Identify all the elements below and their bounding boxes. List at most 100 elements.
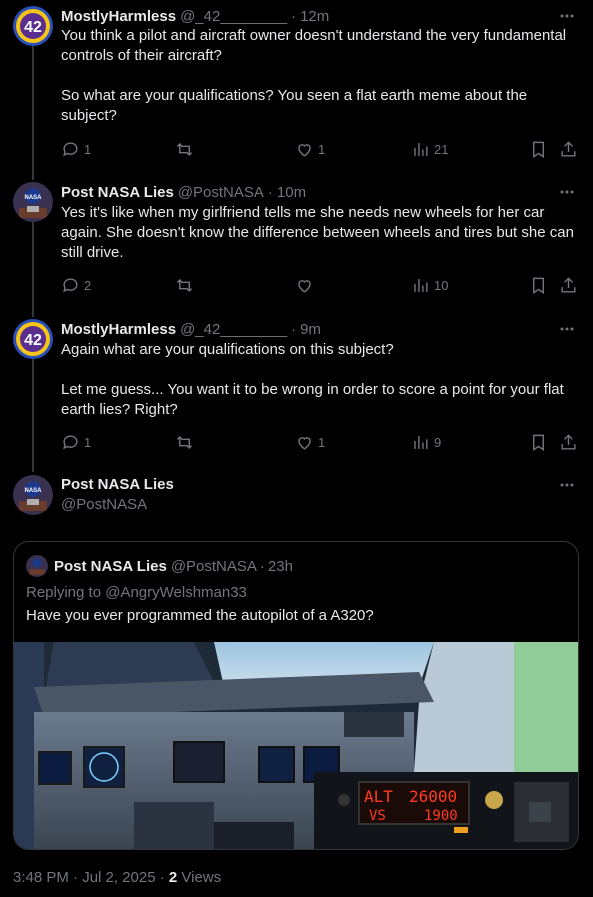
retweet-icon — [176, 435, 193, 449]
tweet-actions: 2 10 — [61, 275, 581, 295]
tweet-text: Again what are your qualifications on th… — [61, 341, 564, 418]
tweet-text: Yes it's like when my girlfriend tells m… — [61, 204, 574, 261]
tweet[interactable]: 42 MostlyHarmless @_42________ · 9m Agai… — [0, 319, 593, 464]
tweet[interactable]: NASA Post NASA Lies @PostNASA · 10m Yes … — [0, 182, 593, 312]
nasa-logo-avatar-icon — [26, 555, 48, 577]
views-button[interactable]: 10 — [411, 275, 448, 295]
views-count: 9 — [434, 434, 442, 450]
bookmark-icon — [533, 141, 544, 158]
share-icon — [561, 276, 576, 293]
quote-avatar — [26, 555, 48, 577]
share-button[interactable] — [559, 139, 578, 159]
42-logo-avatar-icon: 42 — [13, 6, 53, 46]
share-button[interactable] — [559, 275, 578, 295]
avatar[interactable]: NASA — [13, 182, 53, 222]
ap-vs-label: VS — [369, 808, 386, 824]
views-button[interactable]: 21 — [411, 139, 448, 159]
author-name[interactable]: Post NASA Lies — [61, 184, 174, 201]
nasa-logo-avatar-icon: NASA — [13, 475, 53, 515]
reply-button[interactable]: 1 — [61, 432, 91, 452]
tweet-actions: 1 1 21 — [61, 139, 581, 159]
svg-text:42: 42 — [24, 332, 42, 349]
bookmark-button[interactable] — [529, 432, 548, 452]
separator-dot: · — [291, 320, 297, 338]
quote-text: Have you ever programmed the autopilot o… — [26, 607, 374, 624]
more-options-icon[interactable] — [557, 6, 577, 26]
tweet-time[interactable]: 12m — [300, 8, 329, 25]
author-handle[interactable]: @_42________ — [180, 321, 287, 338]
like-count: 1 — [318, 141, 326, 157]
retweet-button[interactable] — [175, 275, 194, 295]
tweet-text: You think a pilot and aircraft owner doe… — [61, 27, 567, 124]
separator-dot: · — [291, 7, 297, 25]
more-options-icon[interactable] — [557, 182, 577, 202]
main-author-name[interactable]: Post NASA Lies — [61, 476, 174, 493]
like-button[interactable] — [295, 275, 318, 295]
reply-icon — [63, 141, 78, 156]
more-options-icon[interactable] — [557, 475, 577, 495]
main-author-handle[interactable]: @PostNASA — [61, 496, 147, 513]
cockpit-image: ALT 26000 VS 1900 — [14, 642, 578, 849]
svg-text:42: 42 — [24, 19, 42, 36]
tweet-time[interactable]: 10m — [277, 184, 306, 201]
author-handle[interactable]: @_42________ — [180, 8, 287, 25]
tweet-time[interactable]: 9m — [300, 321, 321, 338]
reply-count: 2 — [84, 277, 92, 293]
reply-icon — [63, 434, 78, 449]
like-button[interactable]: 1 — [295, 139, 325, 159]
reply-button[interactable]: 1 — [61, 139, 91, 159]
views-total: 2 — [168, 869, 178, 886]
views-icon — [414, 435, 428, 449]
reply-button[interactable]: 2 — [61, 275, 91, 295]
ap-alt-value: 26000 — [409, 787, 457, 806]
replying-prefix: Replying to — [26, 584, 102, 601]
retweet-icon — [176, 142, 193, 156]
heart-icon — [298, 143, 311, 157]
timestamp[interactable]: 3:48 PM · Jul 2, 2025 · — [13, 869, 169, 886]
quote-author-handle: @PostNASA — [170, 557, 257, 575]
heart-icon — [298, 279, 311, 293]
more-options-icon[interactable] — [557, 319, 577, 339]
bookmark-button[interactable] — [529, 275, 548, 295]
reply-count: 1 — [84, 141, 92, 157]
tweet-meta: 3:48 PM · Jul 2, 2025 · 2 Views — [13, 869, 221, 886]
ap-vs-value: 1900 — [424, 808, 458, 824]
bookmark-icon — [533, 277, 544, 294]
like-count: 1 — [318, 434, 326, 450]
author-name[interactable]: MostlyHarmless — [61, 8, 176, 25]
reply-icon — [63, 277, 78, 292]
quoted-tweet[interactable]: Post NASA Lies @PostNASA · 23h Replying … — [13, 541, 579, 850]
author-handle[interactable]: @PostNASA — [178, 184, 264, 201]
42-logo-avatar-icon: 42 — [13, 319, 53, 359]
bookmark-icon — [533, 434, 544, 451]
bookmark-button[interactable] — [529, 139, 548, 159]
cockpit-photo[interactable]: ALT 26000 VS 1900 — [14, 642, 578, 849]
tweet[interactable]: 42 MostlyHarmless @_42________ · 12m You… — [0, 6, 593, 171]
avatar[interactable]: 42 — [13, 6, 53, 46]
like-button[interactable]: 1 — [295, 432, 325, 452]
quote-time: 23h — [267, 557, 293, 575]
author-name[interactable]: MostlyHarmless — [61, 321, 176, 338]
svg-text:NASA: NASA — [24, 488, 42, 494]
retweet-button[interactable] — [175, 432, 194, 452]
tweet-actions: 1 1 9 — [61, 432, 581, 452]
share-icon — [561, 433, 576, 450]
views-count: 10 — [434, 277, 449, 293]
avatar[interactable]: NASA — [13, 475, 53, 515]
quote-author-name: Post NASA Lies — [54, 557, 167, 575]
ap-alt-label: ALT — [364, 787, 393, 806]
share-button[interactable] — [559, 432, 578, 452]
avatar[interactable]: 42 — [13, 319, 53, 359]
retweet-icon — [176, 278, 193, 292]
nasa-logo-avatar-icon: NASA — [13, 182, 53, 222]
views-button[interactable]: 9 — [411, 432, 441, 452]
replying-to-link[interactable]: @AngryWelshman33 — [105, 584, 247, 601]
views-icon — [414, 278, 428, 292]
reply-count: 1 — [84, 434, 92, 450]
separator-dot: · — [259, 557, 265, 575]
heart-icon — [298, 436, 311, 450]
views-label: Views — [177, 869, 222, 886]
separator-dot: · — [267, 183, 273, 201]
svg-text:NASA: NASA — [24, 195, 42, 201]
retweet-button[interactable] — [175, 139, 194, 159]
